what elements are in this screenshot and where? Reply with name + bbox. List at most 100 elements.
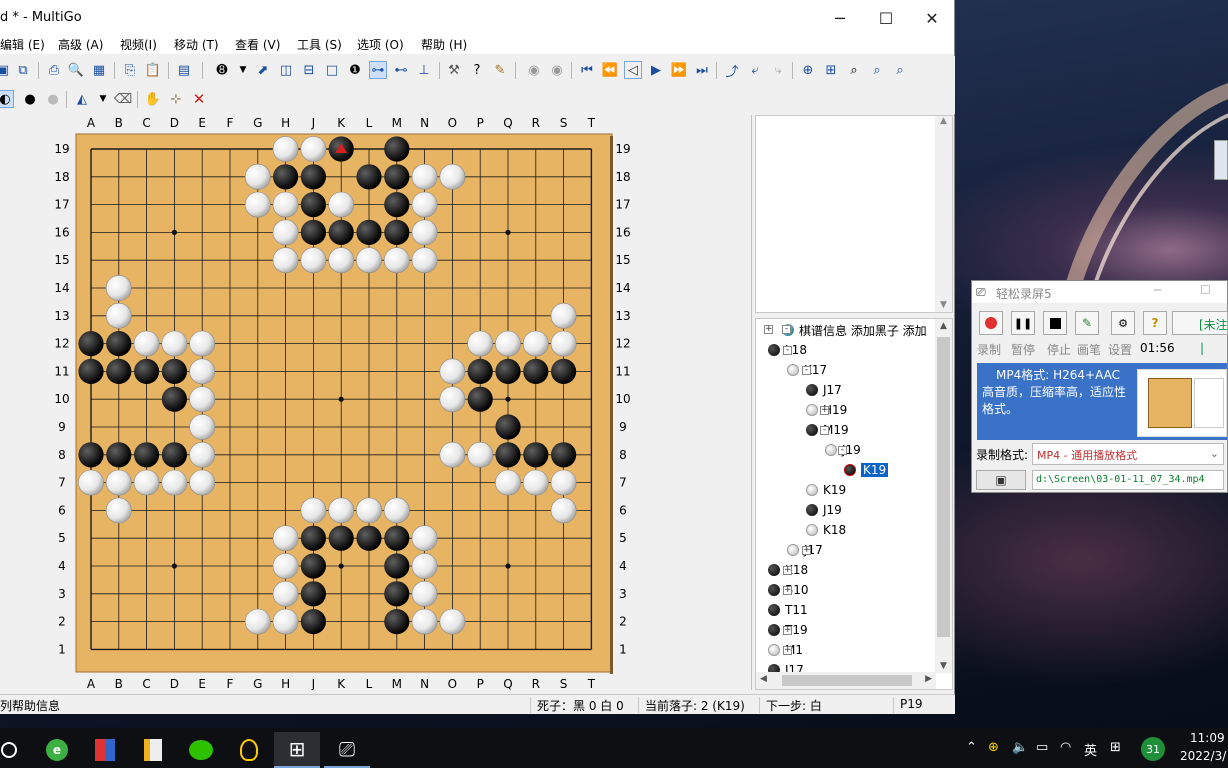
white-stone[interactable] xyxy=(467,441,494,468)
pause-button[interactable]: ❚❚ xyxy=(1011,311,1035,335)
menu-edit[interactable]: 编辑 (E) xyxy=(0,36,45,53)
minimize-icon[interactable]: ─ xyxy=(1154,283,1161,297)
black-stone[interactable] xyxy=(495,358,521,384)
last-move-icon[interactable]: ⏭ xyxy=(693,61,711,79)
white-stone[interactable] xyxy=(495,469,521,496)
region-select-icon[interactable]: ⬈ xyxy=(254,61,272,79)
white-stone[interactable] xyxy=(300,136,327,162)
white-stone[interactable] xyxy=(495,330,521,357)
back-move-icon[interactable]: ◁ xyxy=(624,61,642,79)
black-stone[interactable] xyxy=(300,219,326,245)
white-stone[interactable] xyxy=(328,191,355,218)
branch-forward-icon[interactable]: ⤷ xyxy=(769,61,787,79)
export-image-icon[interactable]: ▦ xyxy=(90,61,108,79)
white-stone[interactable] xyxy=(356,497,382,524)
chevron-down-icon[interactable]: ▼ xyxy=(234,61,252,79)
branch-back-icon[interactable]: ⤶ xyxy=(746,61,764,79)
go-board[interactable]: AABBCCDDEEFFGGHHJJKKLLMMNNOOPPQQRRSSTT19… xyxy=(0,115,752,690)
recorder-title-bar[interactable]: ⎚ 轻松录屏5 ─ ☐ xyxy=(972,281,1227,303)
folder-button[interactable]: ▣ xyxy=(976,470,1026,490)
white-stone[interactable] xyxy=(328,497,355,524)
record-button[interactable] xyxy=(979,311,1003,335)
chevron-down-icon[interactable]: ▼ xyxy=(94,90,112,108)
white-stone[interactable] xyxy=(411,219,438,246)
black-stone[interactable] xyxy=(300,609,326,635)
ie-browser-icon[interactable]: e xyxy=(34,732,80,768)
white-stone[interactable] xyxy=(105,497,132,524)
branch-up-icon[interactable]: ⤴ xyxy=(723,61,741,80)
tree-header[interactable]: 棋谱信息 添加黑子 添加 xyxy=(782,320,927,340)
tools-icon[interactable]: ⚒ xyxy=(445,61,463,79)
pen-button[interactable]: ✎ xyxy=(1075,311,1099,335)
notification-badge[interactable]: 31 xyxy=(1141,737,1165,761)
properties-icon[interactable]: ▤ xyxy=(175,61,193,79)
black-stone[interactable] xyxy=(161,386,187,412)
white-stone[interactable] xyxy=(411,163,438,190)
title-bar[interactable]: d * - MultiGo ─ ☐ ✕ xyxy=(0,0,954,36)
tree-node[interactable]: K19 xyxy=(844,460,889,480)
white-stone[interactable] xyxy=(161,469,188,496)
white-stone[interactable] xyxy=(105,275,132,301)
multigo-task-icon[interactable]: ⊞ xyxy=(274,732,320,768)
ime-indicator[interactable]: 英 xyxy=(1084,740,1097,759)
white-stone[interactable] xyxy=(522,469,549,496)
tree-node[interactable]: K19 xyxy=(806,480,846,500)
black-stone[interactable] xyxy=(356,219,382,245)
hand-icon[interactable]: ✋ xyxy=(144,90,162,108)
black-stone[interactable] xyxy=(523,358,549,384)
delete-icon[interactable]: ✕ xyxy=(190,90,208,108)
white-stone[interactable] xyxy=(272,136,299,162)
black-stone[interactable] xyxy=(300,581,326,607)
white-stone[interactable] xyxy=(78,469,104,496)
office-app-icon[interactable] xyxy=(82,732,128,768)
help-button[interactable]: ? xyxy=(1143,311,1167,335)
white-stone[interactable] xyxy=(105,302,132,329)
hierarchy-icon[interactable]: ⊥ xyxy=(415,61,433,79)
black-stone[interactable] xyxy=(106,358,132,384)
menu-video[interactable]: 视频(I) xyxy=(120,36,157,53)
move-number-icon[interactable]: ➑ xyxy=(213,61,231,79)
white-stone[interactable] xyxy=(272,580,299,607)
maximize-icon[interactable]: ☐ xyxy=(1200,283,1211,297)
collapse-icon[interactable]: - xyxy=(782,325,791,334)
black-stone[interactable] xyxy=(300,525,326,551)
expand-icon[interactable]: + xyxy=(783,586,792,595)
tray-plus-icon[interactable]: ⊕ xyxy=(988,740,999,755)
game-tree-panel[interactable]: 棋谱信息 添加黑子 添加 - + L18- K17- J17 H19 + M19- J19- K19… xyxy=(755,318,953,690)
black-stone[interactable] xyxy=(106,331,132,357)
white-stone[interactable] xyxy=(272,191,299,218)
tree-node[interactable]: T11 xyxy=(768,600,808,620)
white-stone[interactable] xyxy=(411,247,438,274)
white-stone[interactable] xyxy=(467,330,494,357)
collapse-icon[interactable]: - xyxy=(838,446,847,455)
white-stone[interactable] xyxy=(439,386,466,413)
black-stone[interactable] xyxy=(134,442,160,468)
maximize-icon[interactable]: ☐ xyxy=(863,0,909,36)
tree-node[interactable]: J17 xyxy=(806,380,842,400)
black-stone[interactable] xyxy=(551,442,577,468)
white-stone[interactable] xyxy=(272,608,299,635)
insert-node-icon[interactable]: ⊞ xyxy=(822,61,840,79)
menu-view[interactable]: 查看 (V) xyxy=(235,36,280,53)
collapse-icon[interactable]: - xyxy=(783,346,792,355)
white-stone[interactable] xyxy=(272,247,299,274)
black-stone[interactable] xyxy=(328,525,354,551)
black-stone[interactable] xyxy=(300,164,326,190)
eraser-icon[interactable]: ⌫ xyxy=(114,90,132,108)
black-stone[interactable] xyxy=(495,442,521,468)
white-stone[interactable] xyxy=(356,247,382,274)
white-stone[interactable] xyxy=(300,497,327,524)
black-stone[interactable] xyxy=(384,581,410,607)
white-stone[interactable] xyxy=(383,497,410,524)
white-stone[interactable] xyxy=(189,358,216,385)
document-app-icon[interactable] xyxy=(130,732,176,768)
add-node-icon[interactable]: ⊕ xyxy=(799,61,817,79)
white-stone[interactable] xyxy=(189,441,216,468)
black-stone[interactable] xyxy=(551,358,577,384)
settings-button[interactable]: ⚙ xyxy=(1111,311,1135,335)
black-stone[interactable] xyxy=(161,442,187,468)
white-stone[interactable] xyxy=(105,469,132,496)
expand-icon[interactable]: + xyxy=(820,406,829,415)
white-stone[interactable] xyxy=(189,330,216,357)
black-stone-icon[interactable]: ● xyxy=(21,90,39,108)
